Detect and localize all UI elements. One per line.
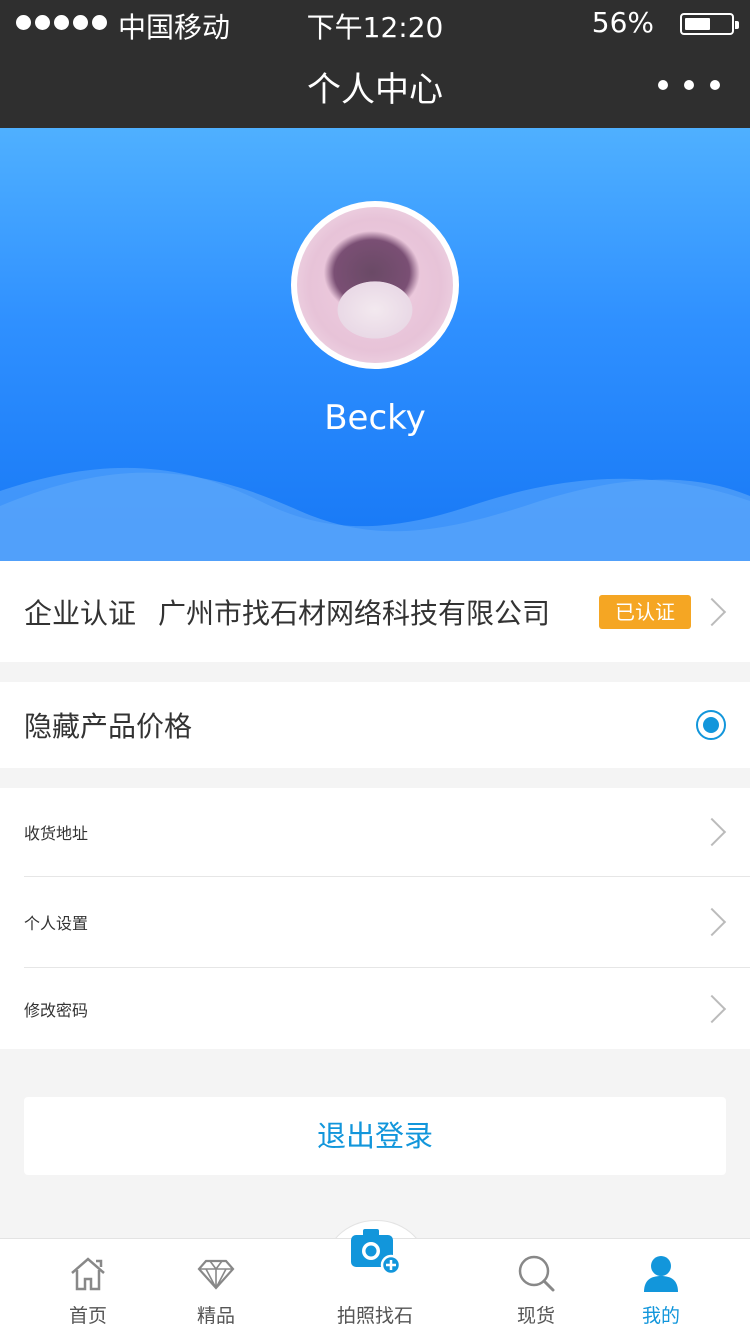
chevron-right-icon [697, 817, 727, 847]
menu-item-password[interactable]: 修改密码 [24, 968, 750, 1049]
more-dots-icon[interactable] [658, 80, 720, 90]
top-bar: 中国移动 下午12:20 56% 个人中心 [0, 0, 750, 128]
home-icon [71, 1257, 105, 1291]
menu-item-label: 修改密码 [24, 1000, 89, 1020]
username: Becky [324, 398, 426, 438]
profile-header: Becky [0, 128, 750, 561]
tab-featured[interactable]: 精品 [156, 1239, 276, 1335]
battery-percent: 56% [591, 6, 654, 39]
hide-price-label: 隐藏产品价格 [24, 710, 193, 743]
tab-label: 首页 [68, 1305, 107, 1327]
search-icon [518, 1255, 555, 1292]
verified-badge: 已认证 [599, 594, 691, 629]
status-bar: 中国移动 下午12:20 56% [0, 0, 750, 48]
chevron-right-icon [697, 907, 727, 937]
chevron-right-icon [697, 597, 727, 626]
tab-stock[interactable]: 现货 [476, 1239, 596, 1335]
tab-photo-search[interactable]: 拍照找石 [315, 1229, 435, 1335]
user-icon [644, 1256, 678, 1292]
menu-item-address[interactable]: 收货地址 [24, 788, 750, 877]
menu-item-settings[interactable]: 个人设置 [24, 877, 750, 968]
tab-label: 精品 [196, 1305, 235, 1327]
tab-label: 现货 [516, 1305, 555, 1327]
hide-price-section: 隐藏产品价格 [0, 682, 750, 768]
company-name: 广州市找石材网络科技有限公司 [158, 596, 551, 630]
page-title: 个人中心 [307, 70, 443, 110]
tab-bar: 首页 精品 拍照找石 现货 我的 [0, 1229, 750, 1335]
tab-home[interactable]: 首页 [28, 1239, 148, 1335]
menu-list: 收货地址 个人设置 修改密码 [0, 788, 750, 1049]
menu-item-label: 收货地址 [24, 824, 89, 843]
hide-price-radio[interactable] [696, 710, 726, 740]
tab-mine[interactable]: 我的 [601, 1239, 721, 1335]
chevron-right-icon [697, 994, 727, 1023]
logout-button[interactable]: 退出登录 [24, 1097, 726, 1175]
wave-decoration [0, 467, 750, 561]
avatar-photo [297, 207, 453, 363]
tab-label: 我的 [641, 1305, 680, 1327]
camera-add-icon [351, 1229, 402, 1276]
avatar[interactable] [291, 201, 459, 369]
diamond-icon [197, 1259, 235, 1290]
enterprise-section[interactable]: 企业认证 广州市找石材网络科技有限公司 已认证 [0, 561, 750, 662]
enterprise-label: 企业认证 [24, 596, 137, 630]
menu-item-label: 个人设置 [24, 914, 89, 933]
battery-icon [680, 13, 739, 35]
tab-label: 拍照找石 [336, 1305, 413, 1327]
